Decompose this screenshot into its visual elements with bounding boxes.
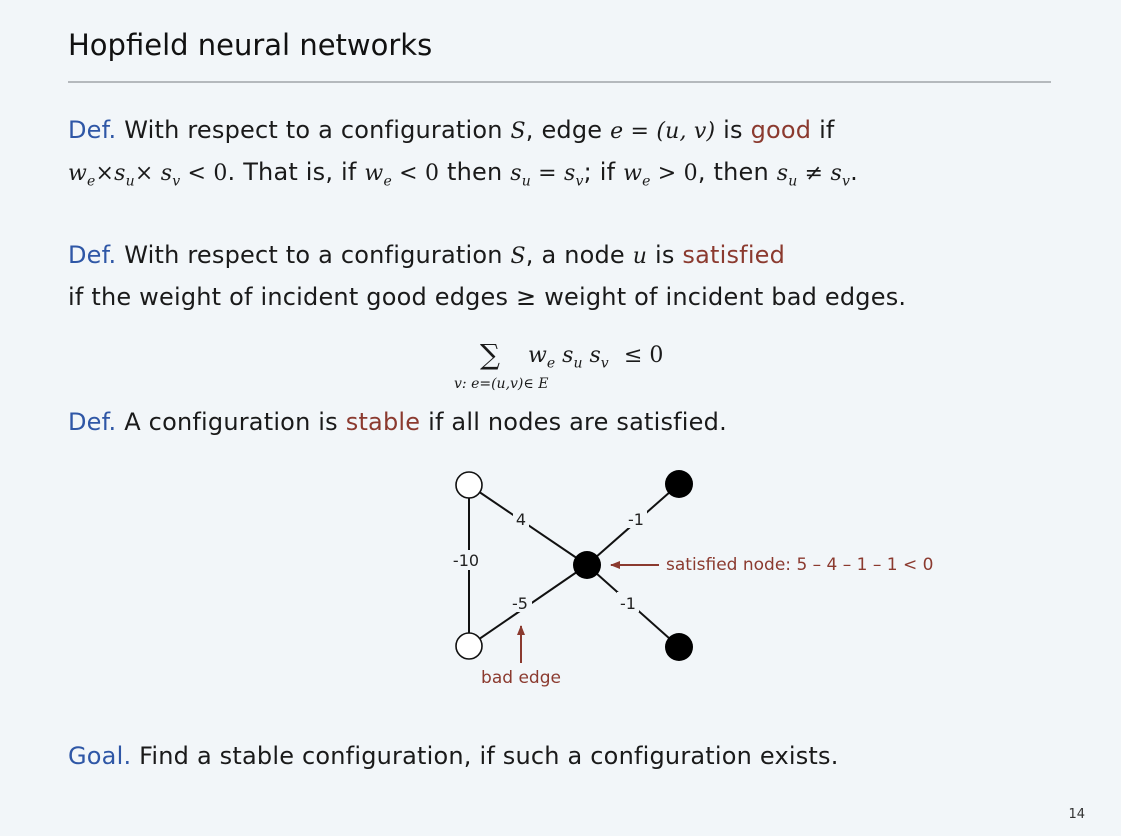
node-white-bottom xyxy=(455,632,483,660)
network-diagram: 4 -1 -10 -5 -1 satisfied node: 5 – 4 – 1… xyxy=(450,470,934,688)
node-white-top xyxy=(455,471,483,499)
node-black-bottom-right xyxy=(665,633,693,661)
goal-line: Goal. Find a stable configuration, if su… xyxy=(68,742,839,770)
goal-text: Find a stable configuration, if such a c… xyxy=(139,742,839,770)
edge-label-neg1-bottom: -1 xyxy=(620,594,636,613)
bad-edge-annotation: bad edge xyxy=(481,668,561,688)
edge-label-neg5: -5 xyxy=(512,594,528,613)
edge-label-neg1-top: -1 xyxy=(628,510,644,529)
node-center-satisfied xyxy=(573,551,601,579)
node-black-top-right xyxy=(665,470,693,498)
edge-label-neg10: -10 xyxy=(453,551,479,570)
page-number: 14 xyxy=(1068,807,1085,822)
goal-label: Goal. xyxy=(68,742,132,770)
satisfied-annotation: satisfied node: 5 – 4 – 1 – 1 < 0 xyxy=(666,555,934,575)
edge-label-4: 4 xyxy=(516,510,526,529)
